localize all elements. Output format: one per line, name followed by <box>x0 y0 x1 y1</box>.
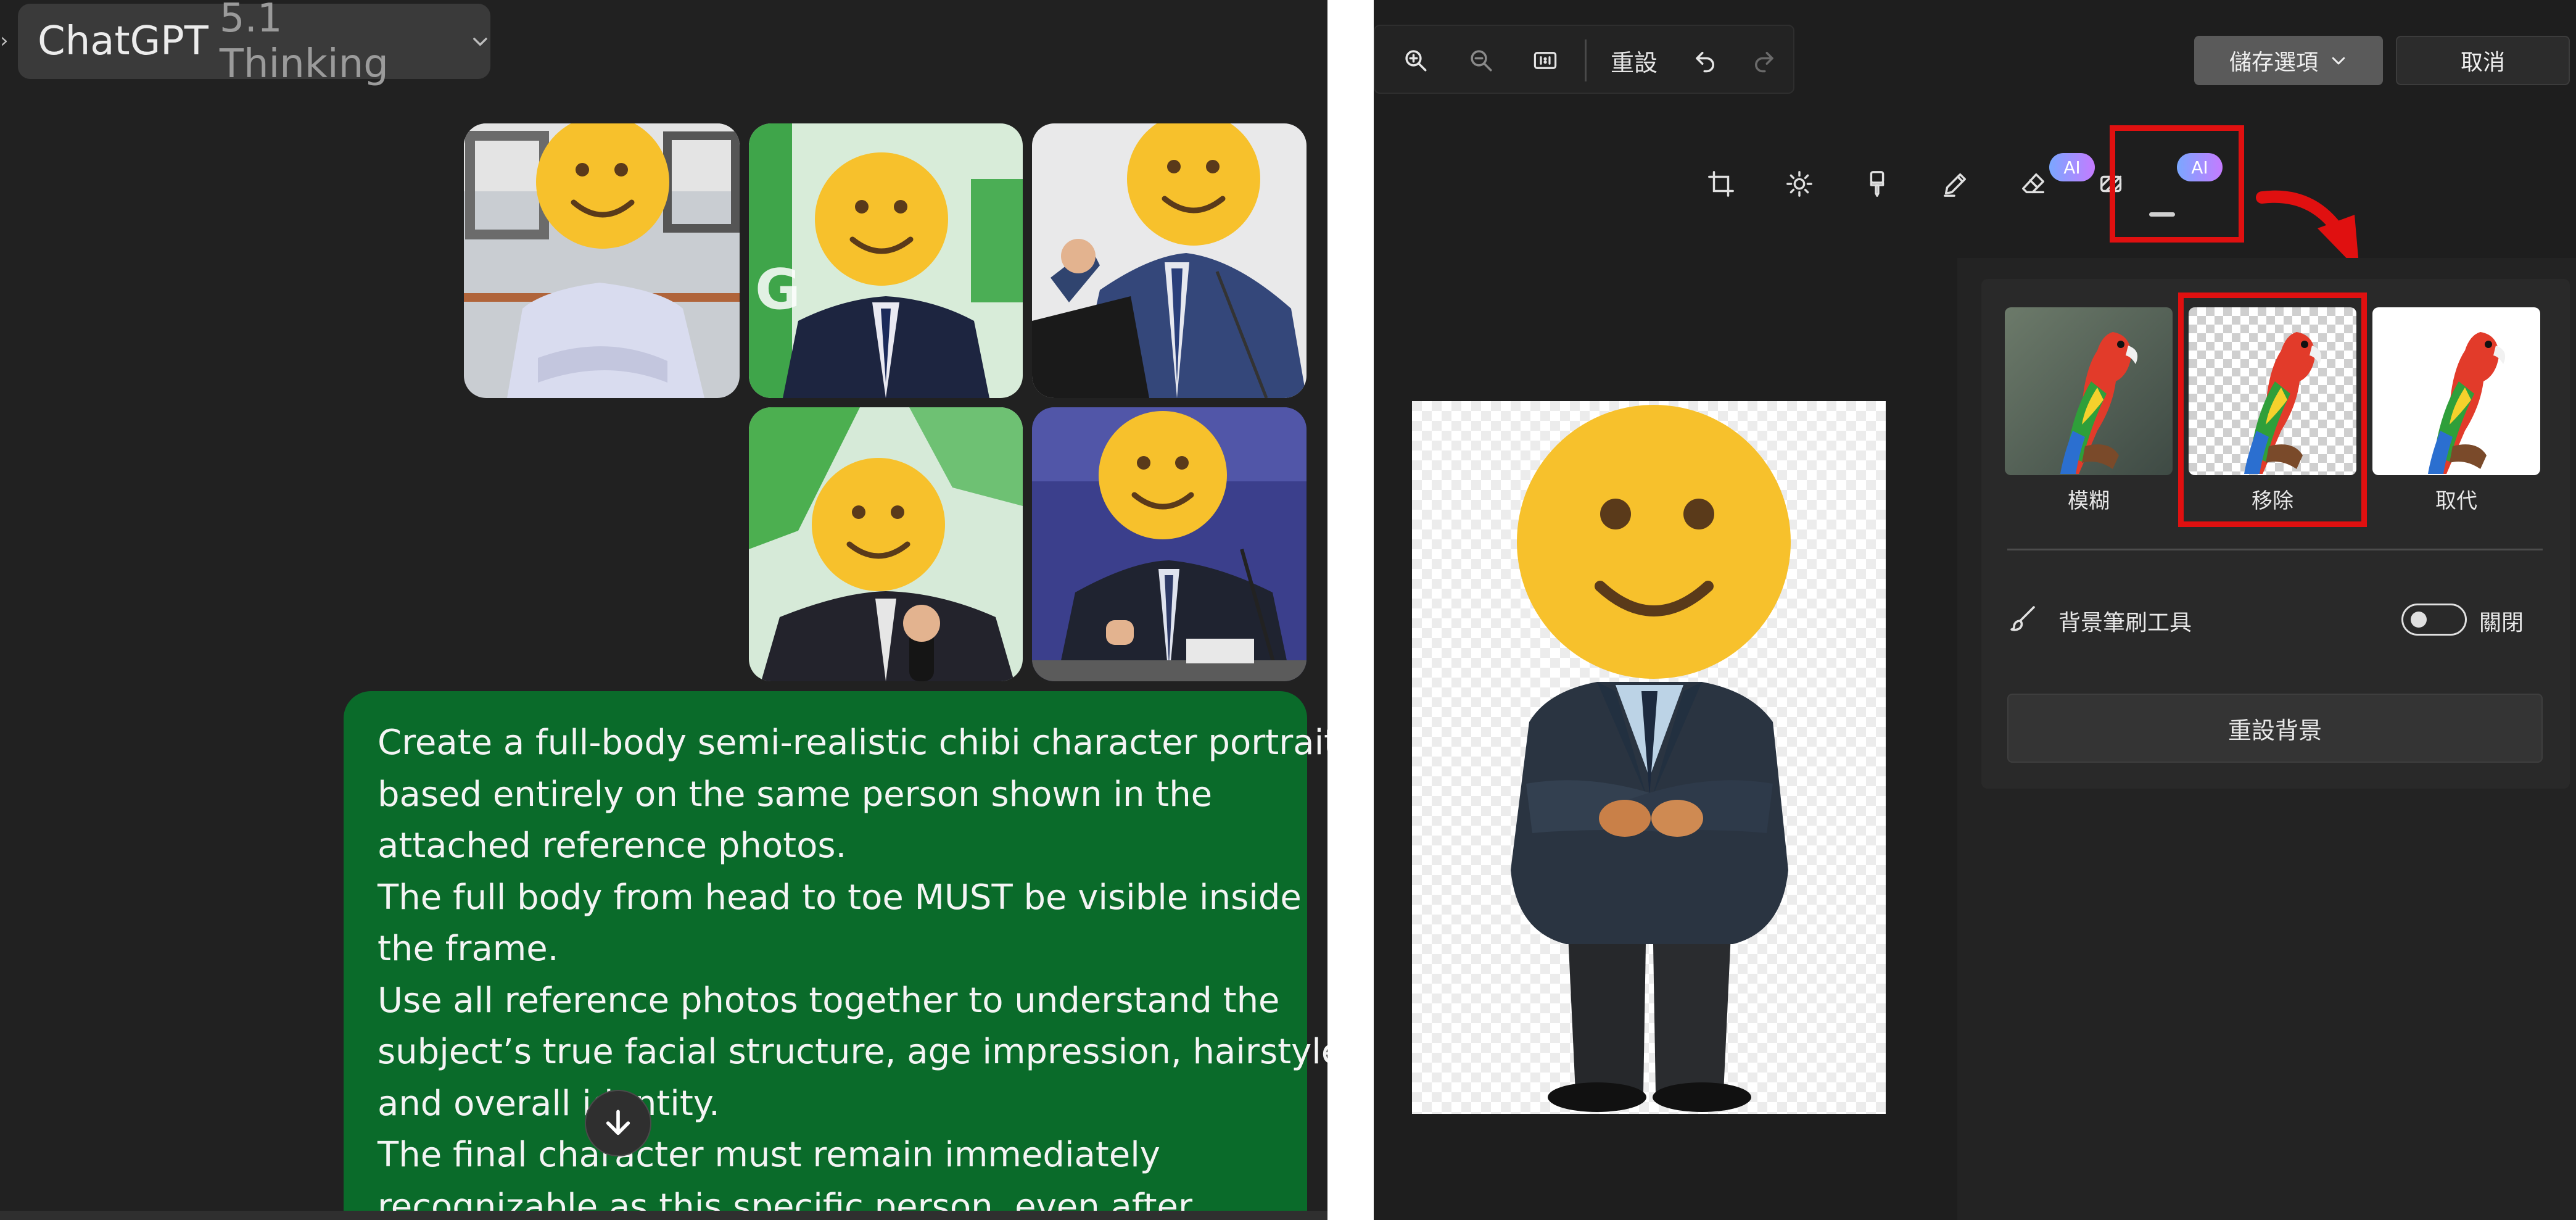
sidebar-chevron-icon[interactable]: › <box>0 28 9 53</box>
scroll-to-bottom-button[interactable] <box>585 1090 651 1156</box>
eraser-icon <box>2022 173 2045 194</box>
redo-icon <box>1755 52 1773 73</box>
undo-icon <box>1696 52 1714 73</box>
actual-size-icon <box>1534 52 1557 69</box>
brush-icon <box>2010 606 2035 631</box>
save-options-button[interactable]: 儲存選項 <box>2194 36 2383 85</box>
message-line: Use all reference photos together to und… <box>378 980 1280 1021</box>
actual-size-button[interactable] <box>1523 38 1567 83</box>
message-line: and overall identity. <box>378 1083 720 1124</box>
zoom-in-button[interactable] <box>1393 38 1438 83</box>
message-line: subject’s true facial structure, age imp… <box>378 1032 1327 1072</box>
reference-photo-3[interactable] <box>1032 123 1307 398</box>
panel-divider <box>1327 0 1374 1220</box>
editor-toolbar: 重設 <box>1374 25 1794 94</box>
reset-background-button[interactable]: 重設背景 <box>2007 694 2543 763</box>
cancel-button[interactable]: 取消 <box>2396 36 2570 85</box>
photo-person-shirt <box>464 123 740 398</box>
message-line: Create a full-body semi-realistic chibi … <box>378 723 1327 763</box>
highlight-box-remove-option <box>2178 293 2367 527</box>
markup-tool-button[interactable] <box>1931 159 1980 209</box>
svg-text:G: G <box>755 257 801 322</box>
chat-window: › ChatGPT 5.1 Thinking G Create a full-b… <box>0 0 1327 1220</box>
reference-photo-2[interactable]: G <box>749 123 1023 398</box>
pen-icon <box>1944 173 1967 197</box>
model-version: 5.1 Thinking <box>219 0 389 87</box>
redo-button[interactable] <box>1741 38 1786 83</box>
message-line: based entirely on the same person shown … <box>378 774 1213 815</box>
background-brush-label: 背景筆刷工具 <box>2058 610 2192 636</box>
parrot-white-thumbnail <box>2372 307 2540 475</box>
message-line: attached reference photos. <box>378 826 847 866</box>
undo-button[interactable] <box>1683 38 1728 83</box>
filter-brush-icon <box>1870 171 1885 197</box>
photo-person-suit-green: G <box>749 123 1023 398</box>
photo-person-microphone <box>749 407 1023 681</box>
chevron-down-icon <box>473 38 487 46</box>
highlight-box-background-tool <box>2110 125 2244 243</box>
zoom-out-button[interactable] <box>1459 38 1503 83</box>
reset-button[interactable]: 重設 <box>1603 38 1665 83</box>
background-replace-option[interactable] <box>2372 307 2540 475</box>
message-line: The final character must remain immediat… <box>378 1135 1160 1175</box>
background-brush-toggle[interactable] <box>2401 604 2467 636</box>
toolbar-separator <box>1585 39 1587 81</box>
photo-person-press-conference <box>1032 407 1307 681</box>
replace-option-label: 取代 <box>2435 489 2477 513</box>
arrow-down-icon <box>606 1110 630 1135</box>
save-options-label: 儲存選項 <box>2229 50 2318 75</box>
options-divider <box>2007 549 2543 550</box>
message-line: The full body from head to toe MUST be v… <box>378 877 1302 918</box>
reference-photo-1[interactable] <box>464 123 740 398</box>
filter-tool-button[interactable] <box>1852 159 1902 209</box>
zoom-in-icon <box>1405 50 1427 72</box>
zoom-out-icon <box>1471 50 1492 72</box>
crop-tool-button[interactable] <box>1696 159 1746 209</box>
parrot-blur-thumbnail <box>2005 307 2173 475</box>
reference-photo-4[interactable] <box>749 407 1023 681</box>
adjust-tool-button[interactable] <box>1775 159 1824 209</box>
toggle-knob <box>2411 612 2427 628</box>
model-name: ChatGPT <box>38 19 208 64</box>
blur-option-label: 模糊 <box>2068 489 2110 513</box>
canvas-image[interactable] <box>1412 401 1886 1114</box>
background-blur-option[interactable] <box>2005 307 2173 475</box>
composer-edge <box>0 1211 1327 1220</box>
message-line: the frame. <box>378 929 559 969</box>
photo-person-podium <box>1032 123 1307 398</box>
reference-photo-5[interactable] <box>1032 407 1307 681</box>
crop-icon <box>1708 171 1734 197</box>
chevron-down-icon <box>2332 57 2345 65</box>
brightness-icon <box>1786 171 1812 197</box>
toggle-state-label: 關閉 <box>2479 610 2524 636</box>
photo-editor-window: 重設 儲存選項 取消 AI AI 模糊 移除 取代 背景筆刷工具 關閉 重設背景 <box>1374 0 2576 1220</box>
model-selector-button[interactable]: ChatGPT 5.1 Thinking <box>18 0 490 87</box>
user-message-bubble: Create a full-body semi-realistic chibi … <box>344 691 1327 1220</box>
